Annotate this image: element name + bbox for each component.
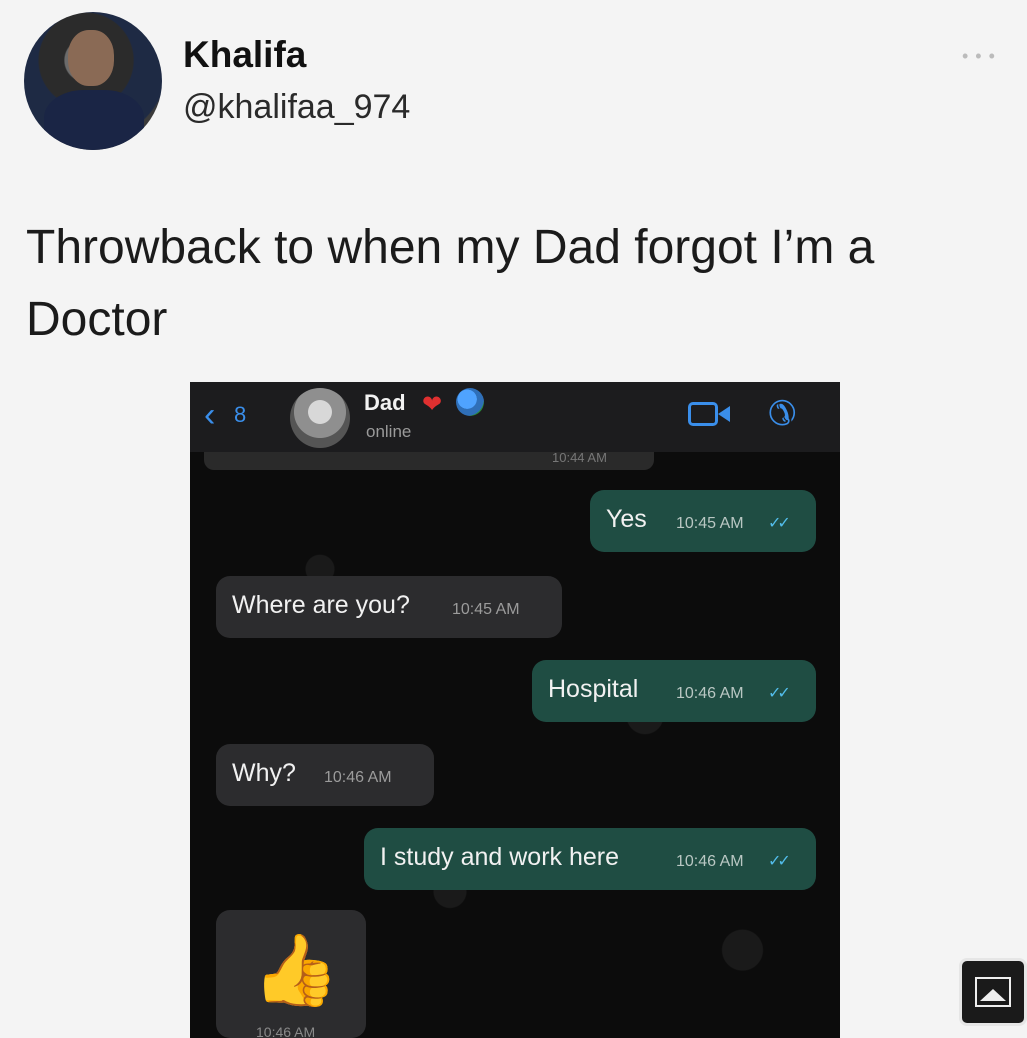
tweet-text: Throwback to when my Dad forgot I’m a Do… xyxy=(26,221,875,346)
image-icon[interactable] xyxy=(959,958,1027,1026)
profile-avatar[interactable] xyxy=(24,12,162,150)
message-time: 10:46 AM xyxy=(256,1024,316,1038)
contact-status: online xyxy=(366,422,412,441)
back-chevron-icon[interactable]: ‹ xyxy=(204,396,215,435)
read-ticks-icon: ✓✓ xyxy=(768,515,791,532)
message-bubble-incoming[interactable]: Where are you? 10:45 AM xyxy=(216,576,562,638)
message-bubble-outgoing[interactable]: Yes 10:45 AM ✓✓ xyxy=(590,490,816,552)
message-bubble-incoming-emoji[interactable]: 👍 10:46 AM xyxy=(216,910,366,1038)
display-name[interactable]: Khalifa xyxy=(183,34,306,76)
image-mountain xyxy=(980,989,1006,1001)
phone-call-icon[interactable]: ✆ xyxy=(768,394,797,434)
heart-icon: ❤ xyxy=(422,391,443,418)
message-time: 10:46 AM xyxy=(676,685,744,702)
globe-icon xyxy=(456,388,484,416)
video-call-lens xyxy=(718,406,730,422)
message-bubble-incoming[interactable]: Why? 10:46 AM xyxy=(216,744,434,806)
avatar-head xyxy=(68,30,114,86)
chat-screenshot: 10:44 AM ‹ 8 Dad ❤ online ✆ Yes 10:45 AM… xyxy=(190,382,840,1038)
message-time: 10:46 AM xyxy=(676,853,744,870)
user-handle[interactable]: @khalifaa_974 xyxy=(183,88,410,127)
video-call-icon[interactable] xyxy=(688,402,718,426)
avatar-body xyxy=(44,90,144,150)
chat-header: ‹ 8 Dad ❤ online ✆ xyxy=(190,382,840,452)
message-bubble-outgoing[interactable]: I study and work here 10:46 AM ✓✓ xyxy=(364,828,816,890)
message-text: Why? xyxy=(232,759,296,787)
message-time: 10:45 AM xyxy=(452,601,520,618)
back-unread-count[interactable]: 8 xyxy=(234,402,246,428)
thumbs-up-icon: 👍 xyxy=(252,931,340,1009)
read-ticks-icon: ✓✓ xyxy=(768,685,791,702)
message-text: I study and work here xyxy=(380,843,620,871)
message-bubble-outgoing[interactable]: Hospital 10:46 AM ✓✓ xyxy=(532,660,816,722)
previous-message-time: 10:44 AM xyxy=(552,450,607,465)
message-time: 10:45 AM xyxy=(676,515,744,532)
more-icon[interactable]: • • • xyxy=(962,46,996,67)
message-text: Yes xyxy=(606,505,647,533)
message-text: Where are you? xyxy=(232,591,410,619)
contact-avatar[interactable] xyxy=(290,388,350,448)
message-time: 10:46 AM xyxy=(324,769,392,786)
contact-name[interactable]: Dad xyxy=(364,390,406,416)
message-text: Hospital xyxy=(548,675,639,703)
read-ticks-icon: ✓✓ xyxy=(768,853,791,870)
